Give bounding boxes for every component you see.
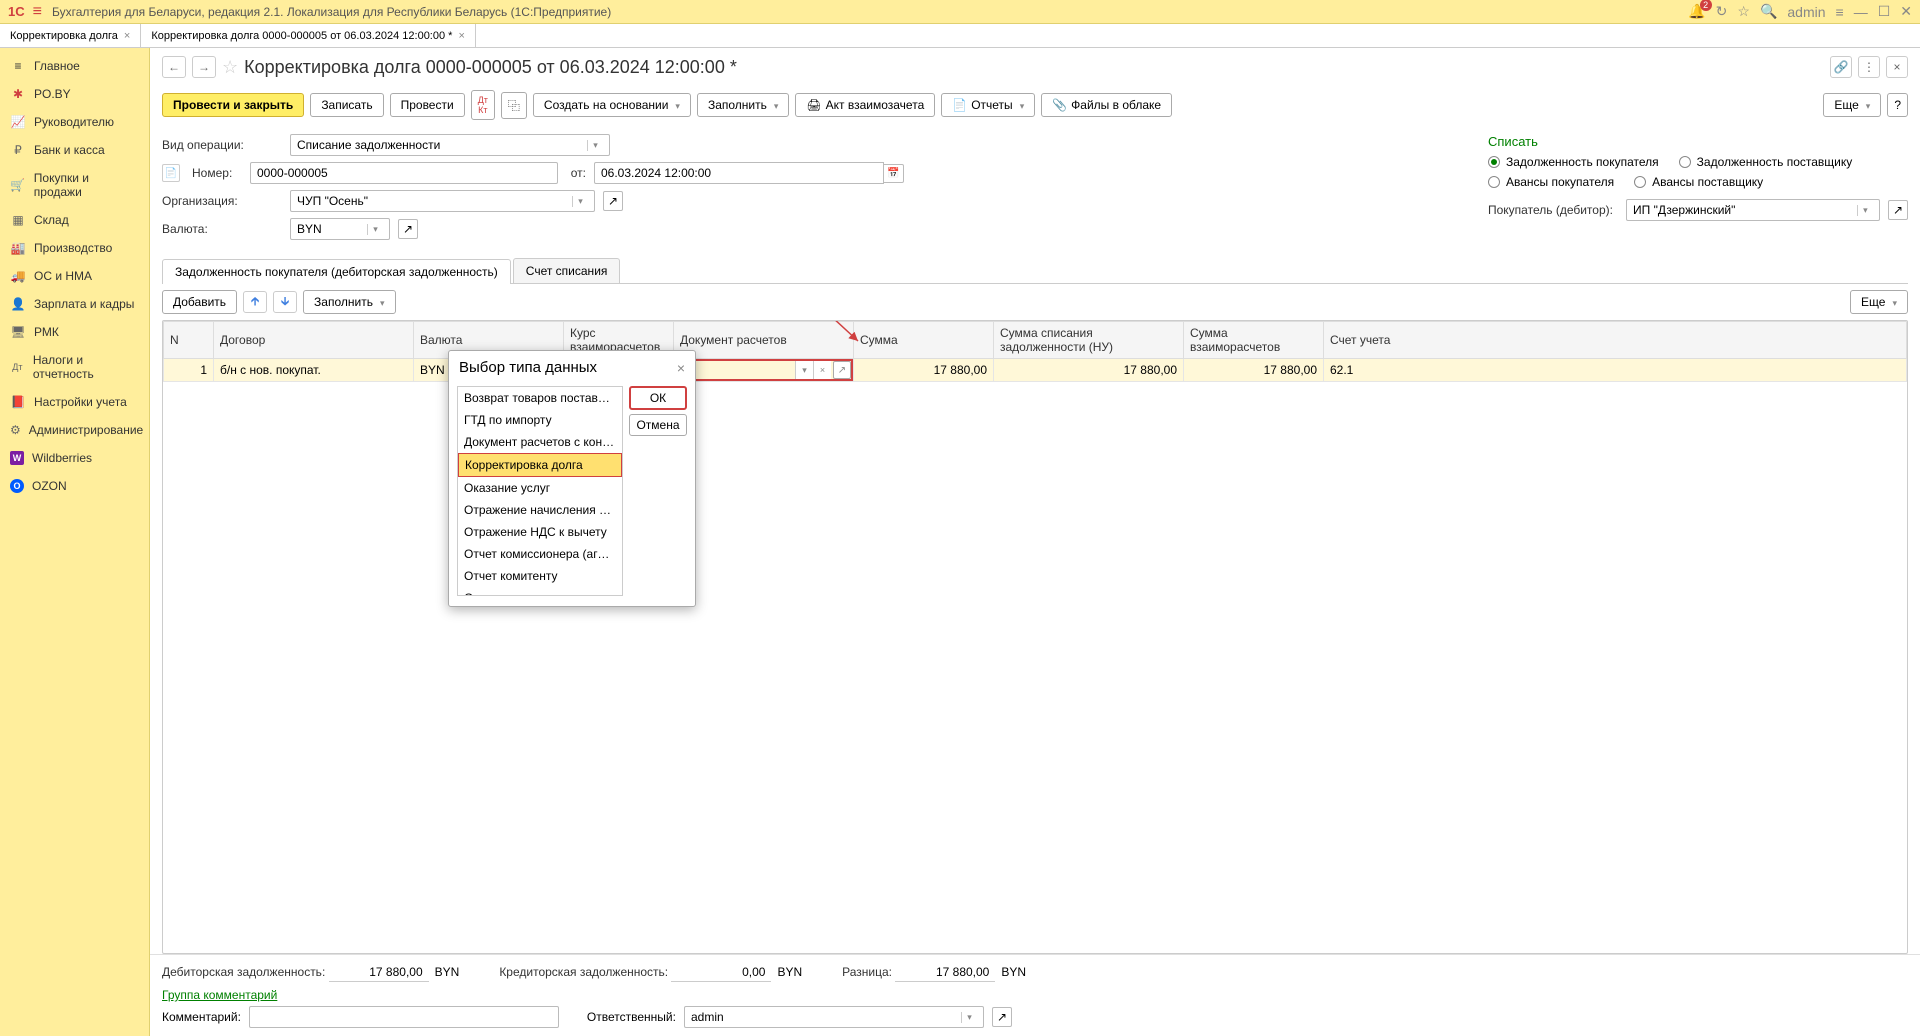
type-list-item[interactable]: Корректировка долга <box>458 453 622 477</box>
type-list-item[interactable]: Оказание услуг <box>458 477 622 499</box>
dialog-ok-button[interactable]: ОК <box>629 386 687 410</box>
type-list-item[interactable]: Отчет комитенту <box>458 565 622 587</box>
dialog-title: Выбор типа данных <box>459 359 677 376</box>
dialog-close-icon[interactable]: × <box>677 360 685 376</box>
type-list-item[interactable]: Документ расчетов с контраг… <box>458 431 622 453</box>
type-list-item[interactable]: Отчет о розничных продажах <box>458 587 622 596</box>
type-list-item[interactable]: Отражение начисления НДС <box>458 499 622 521</box>
type-list-item[interactable]: ГТД по импорту <box>458 409 622 431</box>
type-list-item[interactable]: Возврат товаров поставщику <box>458 387 622 409</box>
dialog-overlay: Выбор типа данных × Возврат товаров пост… <box>0 0 1920 1036</box>
type-list-item[interactable]: Отражение НДС к вычету <box>458 521 622 543</box>
dialog-cancel-button[interactable]: Отмена <box>629 414 687 436</box>
type-selection-dialog: Выбор типа данных × Возврат товаров пост… <box>448 350 696 607</box>
type-list[interactable]: Возврат товаров поставщикуГТД по импорту… <box>457 386 623 596</box>
type-list-item[interactable]: Отчет комиссионера (агента)… <box>458 543 622 565</box>
